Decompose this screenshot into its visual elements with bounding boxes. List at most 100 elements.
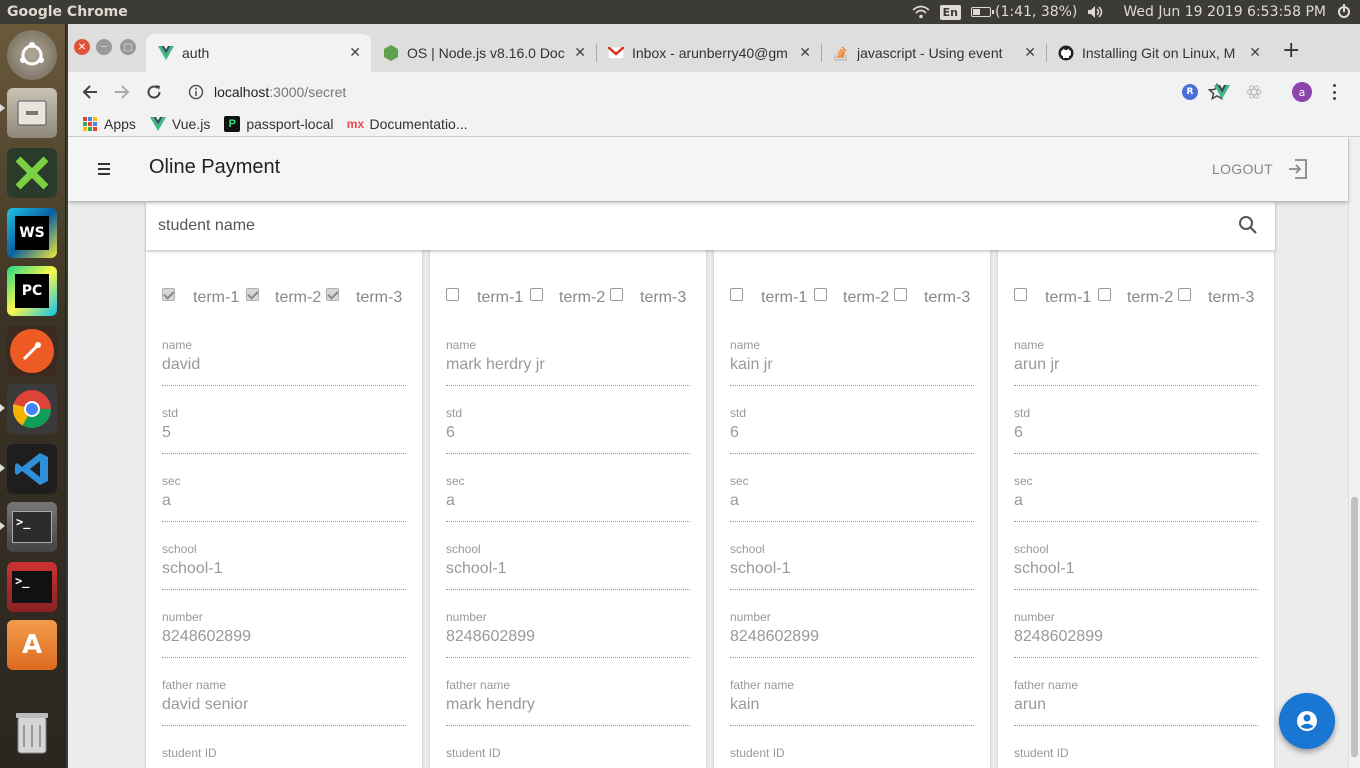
sec-field[interactable]: sec a xyxy=(446,474,690,522)
field-label: student ID xyxy=(446,746,501,760)
new-tab-button[interactable]: + xyxy=(1282,38,1300,63)
term-checkboxes: term-1 term-2 term-3 xyxy=(1014,286,1264,310)
term-1-checkbox[interactable] xyxy=(446,288,459,301)
postman-icon[interactable] xyxy=(7,326,57,376)
page-scrollbar[interactable] xyxy=(1348,137,1360,768)
ubuntu-dash-icon[interactable] xyxy=(7,30,57,80)
info-icon[interactable] xyxy=(188,84,204,100)
account-fab-button[interactable] xyxy=(1279,693,1335,749)
trash-icon[interactable] xyxy=(7,708,57,758)
father-name-field[interactable]: father name mark hendry xyxy=(446,678,690,726)
extension-r-icon[interactable]: R xyxy=(1182,84,1198,100)
webstorm-icon[interactable]: WS xyxy=(7,208,57,258)
term-2-checkbox[interactable] xyxy=(1098,288,1111,301)
close-tab-icon[interactable]: ✕ xyxy=(799,44,811,61)
close-tab-icon[interactable]: ✕ xyxy=(1249,44,1261,61)
minimize-window-button[interactable]: ─ xyxy=(96,39,112,55)
tab-github-git[interactable]: Installing Git on Linux, M ✕ xyxy=(1046,34,1271,72)
maximize-window-button[interactable]: ▢ xyxy=(120,39,136,55)
std-field[interactable]: std 6 xyxy=(446,406,690,454)
school-field[interactable]: school school-1 xyxy=(1014,542,1258,590)
bookmark-vuejs[interactable]: Vue.js xyxy=(149,116,210,132)
sec-field[interactable]: sec a xyxy=(1014,474,1258,522)
forward-button[interactable] xyxy=(108,78,136,106)
chrome-menu-icon[interactable] xyxy=(1330,84,1338,100)
profile-avatar[interactable]: a xyxy=(1292,82,1312,102)
bookmark-documentation[interactable]: mx Documentatio... xyxy=(347,116,468,132)
term-1-checkbox[interactable] xyxy=(1014,288,1027,301)
vue-devtools-icon[interactable] xyxy=(1214,84,1230,100)
term-2-checkbox[interactable] xyxy=(246,288,259,301)
number-field[interactable]: number 8248602899 xyxy=(1014,610,1258,658)
term-3-checkbox[interactable] xyxy=(894,288,907,301)
scrollbar-thumb[interactable] xyxy=(1351,497,1358,757)
student-search-input[interactable] xyxy=(158,214,1218,238)
father-name-field[interactable]: father name arun xyxy=(1014,678,1258,726)
student-ID-field[interactable]: student ID xyxy=(162,746,406,768)
student-ID-field[interactable]: student ID xyxy=(730,746,974,768)
term-3-checkbox[interactable] xyxy=(326,288,339,301)
files-icon[interactable] xyxy=(7,88,57,138)
sec-field[interactable]: sec a xyxy=(730,474,974,522)
father-name-field[interactable]: father name david senior xyxy=(162,678,406,726)
school-field[interactable]: school school-1 xyxy=(446,542,690,590)
term-3-checkbox[interactable] xyxy=(610,288,623,301)
software-center-icon[interactable]: A xyxy=(7,620,57,670)
number-field[interactable]: number 8248602899 xyxy=(162,610,406,658)
logout-button[interactable]: LOGOUT xyxy=(1212,157,1309,181)
term-2-checkbox[interactable] xyxy=(814,288,827,301)
name-field[interactable]: name david xyxy=(162,338,406,386)
field-value: mark herdry jr xyxy=(446,356,545,373)
terminal-icon[interactable]: >_ xyxy=(7,502,57,552)
field-value: school-1 xyxy=(730,560,791,577)
volume-icon[interactable] xyxy=(1087,5,1105,19)
field-label: name xyxy=(730,338,761,352)
student-ID-field[interactable]: student ID xyxy=(446,746,690,768)
hamburger-menu-icon[interactable] xyxy=(92,157,116,181)
term-1-checkbox[interactable] xyxy=(162,288,175,301)
search-button[interactable] xyxy=(1237,214,1261,238)
tab-gmail-inbox[interactable]: Inbox - arunberry40@gm ✕ xyxy=(596,34,821,72)
term-2-checkbox[interactable] xyxy=(530,288,543,301)
close-tab-icon[interactable]: ✕ xyxy=(574,44,586,61)
react-devtools-icon[interactable] xyxy=(1246,84,1262,100)
battery-indicator[interactable]: (1:41, 38%) xyxy=(971,4,1077,20)
chrome-icon[interactable] xyxy=(7,384,57,434)
close-tab-icon[interactable]: ✕ xyxy=(349,44,361,61)
xmind-icon[interactable] xyxy=(7,148,57,198)
address-bar[interactable]: localhost:3000/secret xyxy=(176,76,1228,108)
sec-field[interactable]: sec a xyxy=(162,474,406,522)
tab-stackoverflow[interactable]: javascript - Using event ✕ xyxy=(821,34,1046,72)
tab-auth[interactable]: auth ✕ xyxy=(146,34,371,72)
vscode-icon[interactable] xyxy=(7,444,57,494)
back-button[interactable] xyxy=(76,78,104,106)
term-3-checkbox[interactable] xyxy=(1178,288,1191,301)
term-1-checkbox[interactable] xyxy=(730,288,743,301)
father-name-field[interactable]: father name kain xyxy=(730,678,974,726)
student-ID-field[interactable]: student ID xyxy=(1014,746,1258,768)
school-field[interactable]: school school-1 xyxy=(162,542,406,590)
field-value: a xyxy=(1014,492,1023,509)
reload-button[interactable] xyxy=(140,78,168,106)
number-field[interactable]: number 8248602899 xyxy=(730,610,974,658)
close-window-button[interactable]: ✕ xyxy=(74,39,90,55)
std-field[interactable]: std 6 xyxy=(730,406,974,454)
name-field[interactable]: name arun jr xyxy=(1014,338,1258,386)
pycharm-icon[interactable]: PC xyxy=(7,266,57,316)
bookmark-passport-local[interactable]: P passport-local xyxy=(224,116,333,132)
wifi-icon[interactable] xyxy=(912,5,930,19)
std-field[interactable]: std 6 xyxy=(1014,406,1258,454)
clock[interactable]: Wed Jun 19 2019 6:53:58 PM xyxy=(1123,4,1326,20)
bookmark-apps[interactable]: Apps xyxy=(82,116,136,132)
name-field[interactable]: name kain jr xyxy=(730,338,974,386)
terminal-2-icon[interactable]: >_ xyxy=(7,562,57,612)
number-field[interactable]: number 8248602899 xyxy=(446,610,690,658)
close-tab-icon[interactable]: ✕ xyxy=(1024,44,1036,61)
keyboard-layout-indicator[interactable]: En xyxy=(939,4,962,20)
name-field[interactable]: name mark herdry jr xyxy=(446,338,690,386)
stackoverflow-icon xyxy=(833,45,849,61)
tab-nodejs-docs[interactable]: OS | Node.js v8.16.0 Doc ✕ xyxy=(371,34,596,72)
power-gear-icon[interactable] xyxy=(1336,4,1352,20)
std-field[interactable]: std 5 xyxy=(162,406,406,454)
school-field[interactable]: school school-1 xyxy=(730,542,974,590)
